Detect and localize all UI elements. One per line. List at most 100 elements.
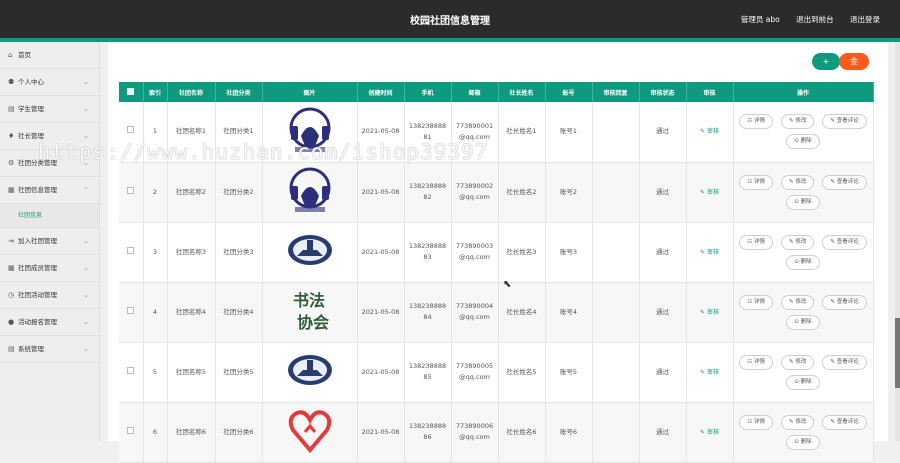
- sidebar-item-label: 首页: [18, 51, 31, 59]
- detail-button[interactable]: ☷ 详情: [739, 294, 773, 310]
- sidebar-item-9[interactable]: ● 活动报名管理 ⌄: [0, 309, 99, 336]
- club-category: 社团分类3: [215, 222, 263, 283]
- audit-link[interactable]: ✎ 审核: [700, 429, 719, 436]
- chevron-down-icon: ⌄: [83, 345, 89, 353]
- back-to-frontend-link[interactable]: 退出到前台: [796, 15, 834, 24]
- club-logo-image: [289, 167, 330, 212]
- sidebar-item-6[interactable]: ⇥ 加入社团管理 ⌄: [0, 228, 99, 255]
- club-image: 书法 协会: [262, 282, 358, 343]
- sidebar-item-7[interactable]: ▦ 社团成员管理 ⌄: [0, 255, 99, 282]
- sidebar-item-label: 系统管理: [18, 345, 44, 353]
- delete-row-button[interactable]: ⊙ 删除: [786, 194, 820, 210]
- created-date: 2021-05-08: [357, 342, 405, 403]
- audit-cell: ✎ 审核: [686, 282, 734, 343]
- sidebar-item-3[interactable]: ♦ 社长管理 ⌄: [0, 123, 99, 150]
- column-header: 索引: [143, 82, 168, 102]
- sidebar-item-4[interactable]: ⚙ 社团分类管理 ⌄: [0, 150, 99, 177]
- audit-status: 通过: [639, 342, 687, 403]
- sidebar-item-8[interactable]: ◷ 社团活动管理 ⌄: [0, 282, 99, 309]
- phone: 138238888 81: [404, 102, 452, 163]
- delete-row-button[interactable]: ⊙ 删除: [786, 434, 820, 450]
- row-checkbox[interactable]: [119, 162, 144, 223]
- delete-row-button[interactable]: ⊙ 删除: [786, 134, 820, 150]
- column-header: 社长姓名: [498, 82, 546, 102]
- sidebar-item-5[interactable]: ▦ 社团信息管理 ⌃: [0, 177, 99, 204]
- delete-row-button[interactable]: ⊙ 删除: [786, 314, 820, 330]
- view-comments-button[interactable]: ✎ 查看评论: [822, 354, 867, 370]
- sidebar-item-1[interactable]: ⚉ 个人中心 ⌄: [0, 69, 99, 96]
- audit-link[interactable]: ✎ 审核: [700, 128, 719, 135]
- edit-button[interactable]: ✎ 修改: [780, 114, 815, 130]
- sidebar: ⌂ 首页 ⚉ 个人中心 ⌄ ▤ 学生管理 ⌄ ♦ 社长管理 ⌄ ⚙ 社团分类管理 ⌄ ▦ 社团信息管理 ⌃ 社团信…: [0, 42, 100, 441]
- phone: 138238888 84: [404, 282, 452, 343]
- club-category: 社团分类5: [215, 342, 263, 403]
- leader-name: 社长姓名6: [498, 402, 546, 463]
- view-comments-button[interactable]: ✎ 查看评论: [822, 114, 867, 130]
- detail-button[interactable]: ☷ 详情: [739, 174, 773, 190]
- club-category: 社团分类6: [215, 402, 263, 463]
- phone-part: 138238888: [408, 182, 447, 190]
- sidebar-item-0[interactable]: ⌂ 首页: [0, 42, 99, 69]
- phone-part: 86: [423, 433, 432, 441]
- audit-link[interactable]: ✎ 审核: [700, 249, 719, 256]
- audit-link[interactable]: ✎ 审核: [700, 189, 719, 196]
- mic-icon: ♦: [8, 132, 15, 140]
- detail-button[interactable]: ☷ 详情: [739, 234, 773, 250]
- edit-button[interactable]: ✎ 修改: [780, 234, 815, 250]
- sidebar-item-label: 活动报名管理: [18, 318, 57, 326]
- delete-row-button[interactable]: ⊙ 删除: [786, 254, 820, 270]
- delete-row-button[interactable]: ⊙ 删除: [786, 374, 820, 390]
- club-image: [262, 402, 358, 463]
- edit-button[interactable]: ✎ 修改: [780, 414, 815, 430]
- row-checkbox[interactable]: [119, 102, 144, 163]
- view-comments-button[interactable]: ✎ 查看评论: [822, 174, 867, 190]
- sidebar-subitem-club-info[interactable]: 社团信息: [0, 204, 99, 228]
- scrollbar[interactable]: [895, 42, 900, 441]
- row-checkbox[interactable]: [119, 402, 144, 463]
- email: 773890003 @qq.com: [451, 222, 499, 283]
- club-name: 社团名称4: [167, 282, 216, 343]
- club-logo-image: [288, 410, 331, 454]
- phone-part: 85: [423, 373, 432, 381]
- edit-button[interactable]: ✎ 修改: [780, 354, 815, 370]
- sidebar-item-label: 个人中心: [18, 78, 44, 86]
- column-header: 审核状态: [639, 82, 687, 102]
- row-checkbox[interactable]: [119, 342, 144, 403]
- row-index: 2: [143, 162, 168, 223]
- view-comments-button[interactable]: ✎ 查看评论: [822, 294, 867, 310]
- scrollbar-thumb[interactable]: [895, 318, 900, 388]
- email-part: 773890001: [455, 121, 494, 130]
- column-header: 创建时间: [357, 82, 405, 102]
- audit-status: 通过: [639, 162, 687, 223]
- detail-button[interactable]: ☷ 详情: [739, 354, 773, 370]
- view-comments-button[interactable]: ✎ 查看评论: [822, 414, 867, 430]
- club-image: [262, 222, 358, 283]
- sidebar-item-10[interactable]: ▤ 系统管理 ⌄: [0, 336, 99, 363]
- row-checkbox[interactable]: [119, 282, 144, 343]
- mouse-cursor-icon: ⬉: [503, 279, 512, 290]
- chevron-down-icon: ⌄: [83, 159, 89, 167]
- view-comments-button[interactable]: ✎ 查看评论: [822, 234, 867, 250]
- sidebar-item-2[interactable]: ▤ 学生管理 ⌄: [0, 96, 99, 123]
- leader-name: 社长姓名4: [498, 282, 546, 343]
- edit-button[interactable]: ✎ 修改: [780, 174, 815, 190]
- created-date: 2021-05-08: [357, 162, 405, 223]
- add-button[interactable]: +: [812, 53, 840, 70]
- phone-part: 138238888: [408, 302, 447, 310]
- column-header: 操作: [733, 82, 874, 102]
- club-image: [262, 342, 358, 403]
- delete-button[interactable]: 金: [839, 53, 869, 70]
- leader-name: 社长姓名1: [498, 102, 546, 163]
- edit-button[interactable]: ✎ 修改: [780, 294, 815, 310]
- row-index: 1: [143, 102, 168, 163]
- row-checkbox[interactable]: [119, 222, 144, 283]
- audit-link[interactable]: ✎ 审核: [700, 309, 719, 316]
- logout-link[interactable]: 退出登录: [850, 15, 880, 24]
- detail-button[interactable]: ☷ 详情: [739, 414, 773, 430]
- row-index: 4: [143, 282, 168, 343]
- list-icon: ▤: [8, 345, 15, 353]
- phone-part: 138238888: [408, 362, 447, 370]
- select-all-checkbox[interactable]: [119, 82, 144, 102]
- audit-link[interactable]: ✎ 审核: [700, 369, 719, 376]
- detail-button[interactable]: ☷ 详情: [739, 114, 773, 130]
